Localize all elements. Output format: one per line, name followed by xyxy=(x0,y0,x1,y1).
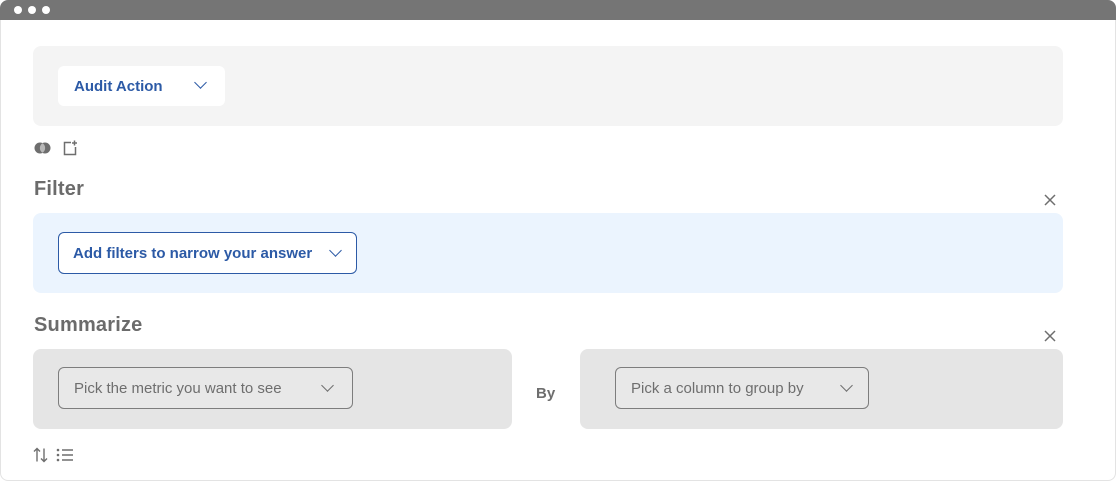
chevron-down-icon xyxy=(321,379,334,392)
row-limit-icon[interactable] xyxy=(56,448,74,462)
group-by-picker-label: Pick a column to group by xyxy=(631,379,804,397)
chevron-down-icon xyxy=(840,379,853,392)
metric-picker[interactable]: Pick the metric you want to see xyxy=(58,367,353,409)
by-label: By xyxy=(536,385,556,402)
data-source-label: Audit Action xyxy=(74,77,163,95)
metric-picker-label: Pick the metric you want to see xyxy=(74,379,282,397)
data-source-selector[interactable]: Audit Action xyxy=(58,66,225,106)
add-filter-button[interactable]: Add filters to narrow your answer xyxy=(58,232,357,274)
sort-icon[interactable] xyxy=(33,447,48,463)
chevron-down-icon xyxy=(194,76,207,89)
group-by-picker[interactable]: Pick a column to group by xyxy=(615,367,869,409)
add-filter-label: Add filters to narrow your answer xyxy=(73,244,313,262)
window-dot[interactable] xyxy=(42,6,50,14)
summarize-section-title: Summarize xyxy=(34,314,143,336)
close-icon[interactable] xyxy=(1044,330,1056,342)
close-icon[interactable] xyxy=(1044,194,1056,206)
custom-column-icon[interactable] xyxy=(62,140,78,156)
chevron-down-icon xyxy=(329,244,342,257)
window-titlebar xyxy=(0,0,1116,20)
window-dot[interactable] xyxy=(28,6,36,14)
window-dot[interactable] xyxy=(14,6,22,14)
filter-section-title: Filter xyxy=(34,178,85,200)
join-icon[interactable] xyxy=(34,142,51,154)
